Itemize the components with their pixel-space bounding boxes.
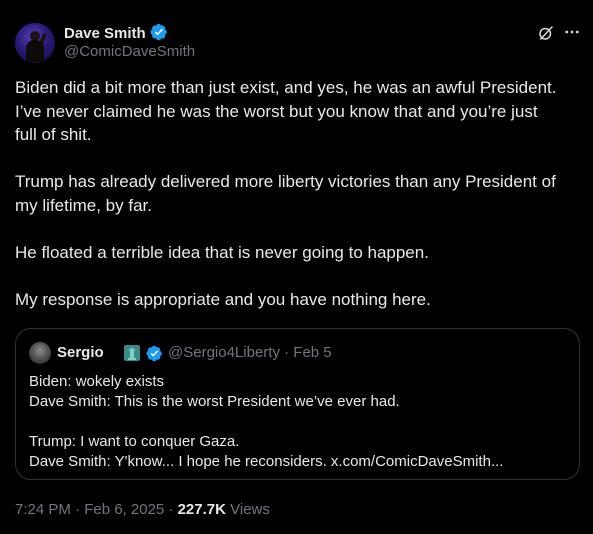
tweet-card: Dave Smith @ComicDaveSmith Biden did a b… bbox=[0, 0, 593, 534]
quoted-author-handle-date[interactable]: @Sergio4Liberty · Feb 5 bbox=[168, 344, 332, 362]
views-count: 227.7K bbox=[177, 501, 226, 518]
verified-badge-icon bbox=[146, 345, 162, 362]
tweet-line: full of shit. bbox=[15, 125, 92, 144]
tweet-line: Trump has already delivered more liberty… bbox=[15, 172, 556, 191]
quoted-tweet-text: Biden: wokely exists Dave Smith: This is… bbox=[29, 372, 569, 472]
timestamp[interactable]: 7:24 PM · Feb 6, 2025 · bbox=[15, 501, 178, 518]
tweet-line: Biden did a bit more than just exist, an… bbox=[15, 78, 557, 97]
views-label: Views bbox=[225, 501, 270, 518]
grok-icon[interactable] bbox=[537, 24, 555, 42]
tweet-line: I’ve never claimed he was the worst but … bbox=[15, 101, 538, 121]
quoted-author-name[interactable]: Sergio bbox=[57, 344, 104, 362]
tweet-text: Biden did a bit more than just exist, an… bbox=[15, 76, 580, 311]
verified-badge-icon bbox=[150, 23, 167, 41]
tweet-line: He floated a terrible idea that is never… bbox=[15, 242, 429, 262]
quoted-tweet[interactable]: Sergio @Sergio4Liberty · Feb 5 Biden: wo… bbox=[15, 328, 580, 480]
tweet-meta: 7:24 PM · Feb 6, 2025 · 227.7K Views bbox=[15, 500, 270, 520]
more-options-icon[interactable] bbox=[563, 23, 581, 41]
quoted-line: Dave Smith: Y'know... I hope he reconsid… bbox=[29, 453, 504, 470]
author-display-name[interactable]: Dave Smith bbox=[64, 23, 168, 43]
quoted-line: Trump: I want to conquer Gaza. bbox=[29, 433, 240, 450]
statue-emoji-icon bbox=[124, 345, 140, 361]
author-avatar[interactable] bbox=[15, 23, 55, 63]
tweet-line: my lifetime, by far. bbox=[15, 195, 152, 215]
quoted-author-avatar[interactable] bbox=[29, 342, 51, 364]
author-handle[interactable]: @ComicDaveSmith bbox=[64, 43, 195, 61]
quoted-line: Dave Smith: This is the worst President … bbox=[29, 393, 400, 410]
quoted-line: Biden: wokely exists bbox=[29, 373, 165, 390]
tweet-line: My response is appropriate and you have … bbox=[15, 289, 431, 309]
